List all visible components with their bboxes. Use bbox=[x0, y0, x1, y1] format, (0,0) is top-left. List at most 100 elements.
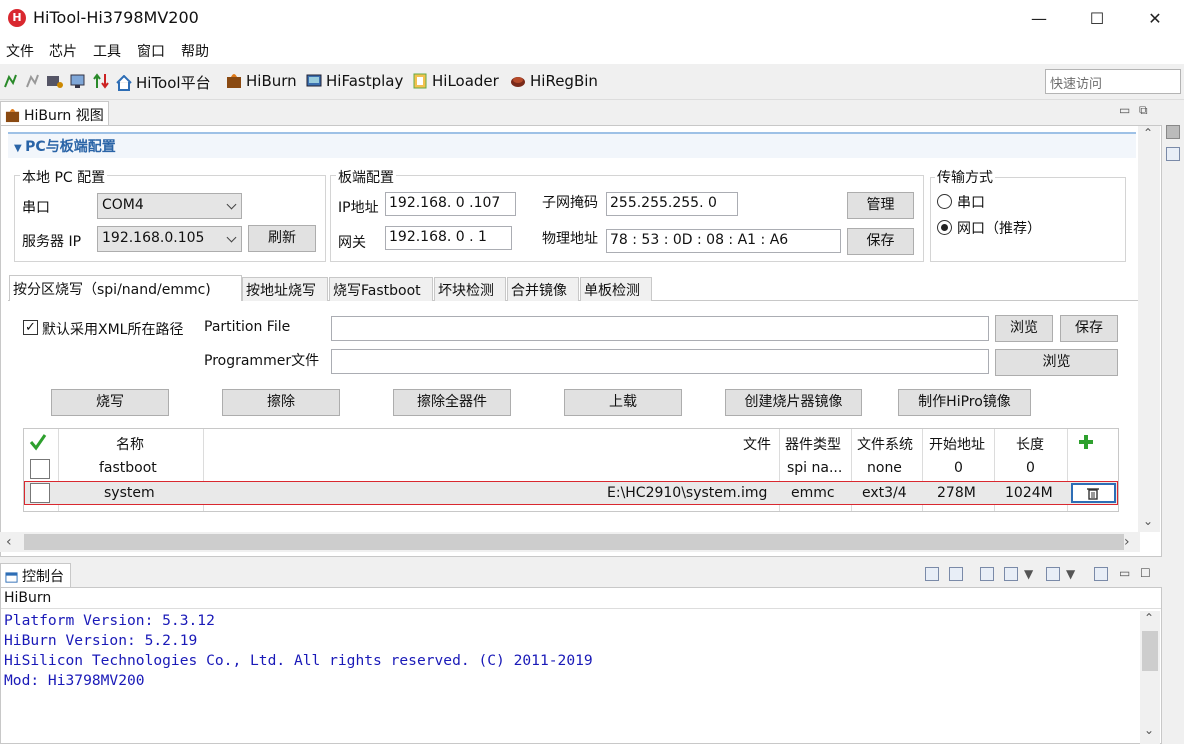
port-label: 串口 bbox=[22, 200, 50, 216]
quick-access-input[interactable]: 快速访问 bbox=[1045, 69, 1181, 94]
console-vertical-scrollbar[interactable]: ⌃ ⌄ bbox=[1140, 611, 1160, 744]
hiloader-icon bbox=[413, 73, 427, 89]
partition-file-label: Partition File bbox=[204, 319, 291, 335]
server-ip-select[interactable]: 192.168.0.105 bbox=[97, 226, 242, 252]
chevron-down-icon bbox=[226, 232, 237, 243]
tool-hiregbin[interactable]: HiRegBin bbox=[510, 72, 598, 90]
tab-bad-block-check[interactable]: 坏块检测 bbox=[434, 277, 506, 301]
serial-radio[interactable] bbox=[937, 194, 952, 209]
erase-button[interactable]: 擦除 bbox=[222, 389, 340, 416]
tab-burn-fastboot[interactable]: 烧写Fastboot bbox=[329, 277, 433, 301]
section-header[interactable] bbox=[8, 132, 1136, 158]
connect-icon[interactable] bbox=[3, 73, 17, 89]
net-radio[interactable] bbox=[937, 220, 952, 235]
menu-chip[interactable]: 芯片 bbox=[49, 41, 77, 61]
console-scroll-thumb[interactable] bbox=[1142, 631, 1158, 671]
collapse-icon: ▼ bbox=[14, 143, 26, 154]
partition-browse-button[interactable]: 浏览 bbox=[995, 315, 1053, 342]
close-button[interactable]: ✕ bbox=[1132, 6, 1178, 32]
tool-hifastplay[interactable]: HiFastplay bbox=[306, 72, 403, 90]
scroll-up-icon[interactable]: ⌃ bbox=[1144, 611, 1154, 625]
display-console-icon[interactable] bbox=[1004, 567, 1018, 581]
menu-window[interactable]: 窗口 bbox=[137, 41, 165, 61]
properties-view-icon[interactable] bbox=[1166, 147, 1180, 161]
refresh-button[interactable]: 刷新 bbox=[248, 225, 316, 252]
add-row-icon[interactable] bbox=[1078, 434, 1094, 450]
view-tab-hiburn[interactable]: HiBurn 视图 bbox=[0, 101, 109, 126]
outline-view-icon[interactable] bbox=[1166, 125, 1180, 139]
tool-hiburn[interactable]: HiBurn bbox=[226, 72, 297, 90]
header-file: 文件 bbox=[743, 437, 771, 453]
console-line: Platform Version: 5.3.12 bbox=[4, 612, 215, 629]
scroll-up-icon[interactable]: ⌃ bbox=[1143, 126, 1153, 140]
burn-button[interactable]: 烧写 bbox=[51, 389, 169, 416]
tab-partition-burn[interactable]: 按分区烧写（spi/nand/emmc) bbox=[9, 275, 242, 301]
chevron-down-icon[interactable]: ▼ bbox=[1024, 567, 1033, 581]
tab-merge-image[interactable]: 合并镜像 bbox=[507, 277, 579, 301]
horizontal-scroll-thumb[interactable] bbox=[24, 534, 1124, 550]
partition-file-input[interactable] bbox=[331, 316, 989, 341]
tab-address-burn[interactable]: 按地址烧写 bbox=[242, 277, 328, 301]
console-view-menu-icon[interactable] bbox=[1094, 567, 1108, 581]
clear-console-icon[interactable] bbox=[925, 567, 939, 581]
tool-hitool-platform[interactable]: HiTool平台 bbox=[116, 72, 211, 93]
programmer-browse-button[interactable]: 浏览 bbox=[995, 349, 1118, 376]
scroll-left-icon[interactable]: ‹ bbox=[6, 534, 12, 550]
section-title[interactable]: ▼ PC与板端配置 bbox=[14, 136, 116, 156]
scroll-right-icon[interactable]: › bbox=[1124, 534, 1130, 550]
header-start: 开始地址 bbox=[929, 437, 985, 453]
delete-row-button[interactable] bbox=[1071, 483, 1116, 503]
ip-field[interactable]: 192.168. 0 .107 bbox=[385, 192, 516, 216]
menu-help[interactable]: 帮助 bbox=[181, 41, 209, 61]
port-select[interactable]: COM4 bbox=[97, 193, 242, 219]
gateway-field[interactable]: 192.168. 0 . 1 bbox=[385, 226, 512, 250]
open-console-icon[interactable] bbox=[1046, 567, 1060, 581]
console-tab[interactable]: 控制台 bbox=[0, 563, 71, 587]
mask-label: 子网掩码 bbox=[542, 195, 598, 211]
create-programmer-image-button[interactable]: 创建烧片器镜像 bbox=[725, 389, 862, 416]
monitor-icon[interactable] bbox=[70, 73, 86, 89]
transfer-group-label: 传输方式 bbox=[935, 167, 995, 187]
chevron-down-icon[interactable]: ▼ bbox=[1066, 567, 1075, 581]
mask-field[interactable]: 255.255.255. 0 bbox=[606, 192, 738, 216]
menu-file[interactable]: 文件 bbox=[6, 41, 34, 61]
board-group-label: 板端配置 bbox=[336, 167, 396, 187]
tool-label: HiLoader bbox=[432, 72, 499, 90]
row-checkbox[interactable] bbox=[30, 483, 50, 503]
use-xml-path-checkbox[interactable]: ✓ bbox=[23, 320, 38, 335]
mac-field[interactable]: 78 : 53 : 0D : 08 : A1 : A6 bbox=[606, 229, 841, 253]
tab-board-check[interactable]: 单板检测 bbox=[580, 277, 652, 301]
board-save-button[interactable]: 保存 bbox=[847, 228, 914, 255]
upload-button[interactable]: 上载 bbox=[564, 389, 682, 416]
menu-tools[interactable]: 工具 bbox=[93, 41, 121, 61]
maximize-console-icon[interactable]: ☐ bbox=[1140, 566, 1151, 580]
pin-console-icon[interactable] bbox=[980, 567, 994, 581]
transfer-arrows-icon[interactable] bbox=[93, 72, 109, 90]
chip-settings-icon[interactable] bbox=[46, 73, 64, 89]
scroll-down-icon[interactable]: ⌄ bbox=[1143, 514, 1153, 528]
minimize-console-icon[interactable]: ▭ bbox=[1119, 566, 1130, 580]
row-length: 0 bbox=[1026, 460, 1035, 476]
menu-bar: 文件 芯片 工具 窗口 帮助 bbox=[0, 38, 1184, 64]
right-side-bar bbox=[1162, 101, 1184, 561]
make-hipro-image-button[interactable]: 制作HiPro镜像 bbox=[898, 389, 1031, 416]
tool-hiloader[interactable]: HiLoader bbox=[412, 72, 499, 90]
partition-save-button[interactable]: 保存 bbox=[1060, 315, 1118, 342]
scroll-down-icon[interactable]: ⌄ bbox=[1144, 723, 1154, 737]
scroll-lock-icon[interactable] bbox=[949, 567, 963, 581]
hitool-logo-icon: H bbox=[8, 9, 26, 27]
minimize-button[interactable]: — bbox=[1016, 6, 1062, 32]
manage-button[interactable]: 管理 bbox=[847, 192, 914, 219]
programmer-file-input[interactable] bbox=[331, 349, 989, 374]
view-horizontal-scrollbar[interactable]: ‹ › bbox=[0, 532, 1140, 552]
ip-label: IP地址 bbox=[338, 200, 379, 216]
select-all-check-icon[interactable] bbox=[29, 433, 47, 451]
erase-all-button[interactable]: 擦除全器件 bbox=[393, 389, 511, 416]
maximize-button[interactable]: ☐ bbox=[1074, 6, 1120, 32]
maximize-view-icon[interactable]: ⧉ bbox=[1139, 103, 1148, 118]
minimize-view-icon[interactable]: ▭ bbox=[1119, 103, 1130, 117]
view-vertical-scrollbar[interactable]: ⌃ ⌄ bbox=[1138, 126, 1160, 532]
disconnect-icon[interactable] bbox=[25, 73, 39, 89]
row-checkbox[interactable] bbox=[30, 459, 50, 479]
row-length: 1024M bbox=[1005, 485, 1053, 501]
